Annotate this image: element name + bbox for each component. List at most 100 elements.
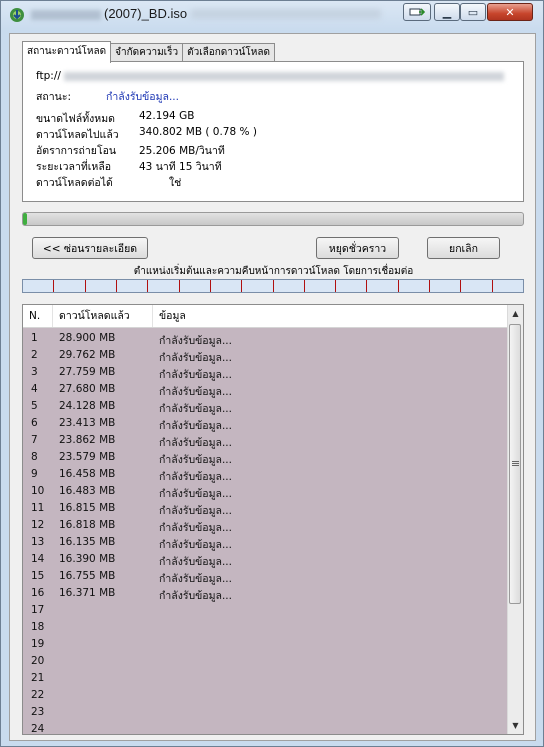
connection-row[interactable]: 7 23.862 MB กำลังรับข้อมูล...: [23, 433, 509, 450]
connection-row[interactable]: 2 29.762 MB กำลังรับข้อมูล...: [23, 348, 509, 365]
cell-n: 19: [31, 638, 45, 650]
status-value: กำลังรับข้อมูล...: [106, 91, 179, 103]
connection-row[interactable]: 12 16.818 MB กำลังรับข้อมูล...: [23, 518, 509, 535]
connection-row[interactable]: 18: [23, 620, 509, 637]
connection-segment: [148, 280, 180, 292]
col-header-info[interactable]: ข้อมูล: [153, 305, 509, 327]
cell-n: 20: [31, 655, 45, 667]
overall-progress-bar: [22, 212, 524, 226]
field-label-downloaded: ดาวน์โหลดไปแล้ว: [36, 129, 119, 141]
connection-row[interactable]: 14 16.390 MB กำลังรับข้อมูล...: [23, 552, 509, 569]
connection-row[interactable]: 23: [23, 705, 509, 722]
connection-segment: [493, 280, 523, 292]
connections-list: N. ดาวน์โหลดแล้ว ข้อมูล 1 28.900 MB กำลังร…: [22, 304, 524, 735]
download-manager-icon: [10, 8, 24, 22]
cell-info: กำลังรับข้อมูล...: [159, 590, 232, 602]
cell-info: กำลังรับข้อมูล...: [159, 386, 232, 398]
col-header-number[interactable]: N.: [23, 305, 53, 327]
minimize-button[interactable]: ▁: [434, 3, 460, 21]
cell-downloaded: 16.755 MB: [59, 570, 116, 582]
connection-row[interactable]: 3 27.759 MB กำลังรับข้อมูล...: [23, 365, 509, 382]
cell-downloaded: 27.680 MB: [59, 383, 116, 395]
cancel-button[interactable]: ยกเลิก: [427, 237, 500, 259]
connection-segment: [336, 280, 368, 292]
status-label: สถานะ:: [36, 91, 72, 103]
cell-info: กำลังรับข้อมูล...: [159, 352, 232, 364]
connection-row[interactable]: 10 16.483 MB กำลังรับข้อมูล...: [23, 484, 509, 501]
connection-row[interactable]: 20: [23, 654, 509, 671]
cell-info: กำลังรับข้อมูล...: [159, 522, 232, 534]
maximize-button[interactable]: ▭: [460, 3, 486, 21]
connection-row[interactable]: 6 23.413 MB กำลังรับข้อมูล...: [23, 416, 509, 433]
cell-info: กำลังรับข้อมูล...: [159, 505, 232, 517]
cell-downloaded: 27.759 MB: [59, 366, 116, 378]
scroll-thumb[interactable]: [509, 324, 521, 604]
cell-info: กำลังรับข้อมูล...: [159, 420, 232, 432]
cell-info: กำลังรับข้อมูล...: [159, 369, 232, 381]
connection-row[interactable]: 11 16.815 MB กำลังรับข้อมูล...: [23, 501, 509, 518]
cell-downloaded: 16.483 MB: [59, 485, 116, 497]
cell-downloaded: 23.862 MB: [59, 434, 116, 446]
tab-download-options[interactable]: ตัวเลือกดาวน์โหลด: [182, 43, 275, 62]
vertical-scrollbar[interactable]: ▲ ▼: [507, 305, 523, 734]
pause-button[interactable]: หยุดชั่วคราว: [316, 237, 399, 259]
connection-row[interactable]: 9 16.458 MB กำลังรับข้อมูล...: [23, 467, 509, 484]
field-label-transfer-rate: อัตราการถ่ายโอน: [36, 145, 117, 157]
title-bar[interactable]: (2007)_BD.iso ▁ ▭ ✕: [1, 1, 543, 29]
cell-n: 5: [31, 400, 38, 412]
segments-caption: ตำแหน่งเริ่มต้นและความคืบหน้าการดาวน์โหล…: [133, 266, 414, 277]
tab-strip: สถานะดาวน์โหลด จำกัดความเร็ว ตัวเลือกดาว…: [22, 41, 275, 63]
connection-segment: [117, 280, 149, 292]
list-body: 1 28.900 MB กำลังรับข้อมูล... 2 29.762 MB กำล…: [23, 328, 509, 734]
field-value-time-left: 43 นาที 15 วินาที: [139, 161, 222, 173]
connection-row[interactable]: 5 24.128 MB กำลังรับข้อมูล...: [23, 399, 509, 416]
connection-segment: [367, 280, 399, 292]
cell-n: 10: [31, 485, 45, 497]
scroll-down-arrow-icon[interactable]: ▼: [508, 717, 523, 734]
cell-n: 21: [31, 672, 45, 684]
cell-info: กำลังรับข้อมูล...: [159, 454, 232, 466]
cell-n: 14: [31, 553, 45, 565]
connection-row[interactable]: 13 16.135 MB กำลังรับข้อมูล...: [23, 535, 509, 552]
cell-info: กำลังรับข้อมูล...: [159, 471, 232, 483]
field-value-total-size: 42.194 GB: [139, 110, 195, 122]
field-value-transfer-rate: 25.206 MB/วินาที: [139, 145, 225, 157]
connection-row[interactable]: 17: [23, 603, 509, 620]
cell-n: 24: [31, 723, 45, 735]
connection-segment: [23, 280, 55, 292]
connection-row[interactable]: 16 16.371 MB กำลังรับข้อมูล...: [23, 586, 509, 603]
cell-n: 13: [31, 536, 45, 548]
hide-details-button[interactable]: << ซ่อนรายละเอียด: [32, 237, 148, 259]
cell-info: กำลังรับข้อมูล...: [159, 539, 232, 551]
connection-segments-bar: [22, 279, 524, 293]
cell-info: กำลังรับข้อมูล...: [159, 403, 232, 415]
connection-segment: [274, 280, 305, 292]
connection-row[interactable]: 1 28.900 MB กำลังรับข้อมูล...: [23, 331, 509, 348]
connection-segment: [86, 280, 117, 292]
connection-row[interactable]: 21: [23, 671, 509, 688]
connection-row[interactable]: 24: [23, 722, 509, 735]
cell-downloaded: 24.128 MB: [59, 400, 116, 412]
restore-arrow-icon[interactable]: [403, 3, 431, 21]
connection-row[interactable]: 22: [23, 688, 509, 705]
scroll-up-arrow-icon[interactable]: ▲: [508, 305, 523, 322]
connection-row[interactable]: 4 27.680 MB กำลังรับข้อมูล...: [23, 382, 509, 399]
cell-n: 12: [31, 519, 45, 531]
cell-downloaded: 16.371 MB: [59, 587, 116, 599]
col-header-downloaded[interactable]: ดาวน์โหลดแล้ว: [53, 305, 153, 327]
cell-downloaded: 29.762 MB: [59, 349, 116, 361]
cell-downloaded: 16.135 MB: [59, 536, 116, 548]
connection-row[interactable]: 15 16.755 MB กำลังรับข้อมูล...: [23, 569, 509, 586]
list-header: N. ดาวน์โหลดแล้ว ข้อมูล: [23, 305, 509, 328]
title-obscured-filename: [31, 10, 101, 20]
tab-speed-limit[interactable]: จำกัดความเร็ว: [110, 43, 184, 62]
url-row: ftp://: [36, 70, 505, 82]
cell-downloaded: 16.390 MB: [59, 553, 116, 565]
cell-n: 3: [31, 366, 38, 378]
connection-row[interactable]: 8 23.579 MB กำลังรับข้อมูล...: [23, 450, 509, 467]
connection-row[interactable]: 19: [23, 637, 509, 654]
connection-segment: [305, 280, 337, 292]
close-button[interactable]: ✕: [487, 3, 533, 21]
cell-info: กำลังรับข้อมูล...: [159, 573, 232, 585]
tab-download-status[interactable]: สถานะดาวน์โหลด: [22, 41, 112, 63]
